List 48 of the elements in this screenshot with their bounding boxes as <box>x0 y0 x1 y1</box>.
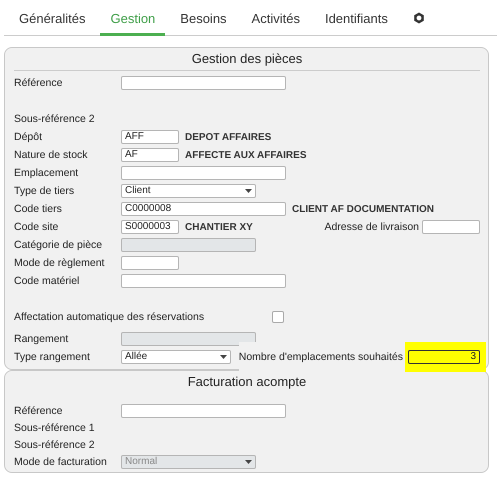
field-label: Sous-référence 2 <box>14 113 96 125</box>
input-field[interactable]: S0000003 <box>121 220 179 234</box>
field-label: Code matériel <box>14 275 80 287</box>
input-field[interactable]: AF <box>121 148 179 162</box>
section-title: Gestion des pièces <box>14 48 480 71</box>
tab[interactable]: Activités <box>242 0 310 36</box>
input-field[interactable]: AFF <box>121 130 179 144</box>
field-label: Code tiers <box>14 203 63 215</box>
field-label: Nature de stock <box>14 149 89 161</box>
field-label: Référence <box>14 404 64 416</box>
section-title: Facturation acompte <box>186 373 308 391</box>
field-label: Référence <box>14 77 64 89</box>
caret-icon <box>220 355 227 359</box>
dropdown[interactable]: Allée <box>121 350 231 364</box>
field-label: Mode de facturation <box>14 456 108 468</box>
tab[interactable]: Généralités <box>9 0 96 36</box>
input-field[interactable] <box>121 166 286 180</box>
field-label: Dépôt <box>14 131 44 143</box>
dropdown[interactable]: Client <box>121 184 256 198</box>
field-label: Sous-référence 1 <box>14 422 96 434</box>
field-label: Affectation automatique des réservations <box>14 311 206 323</box>
caret-icon <box>245 460 252 464</box>
input-field[interactable] <box>121 76 286 90</box>
field-description: DEPOT AFFAIRES <box>185 132 272 142</box>
field-label: Mode de règlement <box>14 257 106 269</box>
input-field[interactable] <box>121 256 179 270</box>
input-field[interactable] <box>121 274 286 288</box>
field-label: Rangement <box>14 333 70 345</box>
field-label: Sous-référence 2 <box>14 438 96 450</box>
field-label: Emplacement <box>14 167 80 179</box>
field-label: Nombre d'emplacements souhaités <box>238 342 405 372</box>
input-field[interactable] <box>422 220 480 234</box>
field-label: Catégorie de pièce <box>14 239 104 251</box>
caret-icon <box>245 189 252 193</box>
input-field[interactable]: C0000008 <box>121 202 286 216</box>
field-label: Adresse de livraison <box>324 221 419 233</box>
field-label: Code site <box>14 221 60 233</box>
field-label: Type de tiers <box>14 185 76 197</box>
field-description: AFFECTE AUX AFFAIRES <box>185 150 306 160</box>
input-field[interactable]: 3 <box>408 350 480 364</box>
input-field[interactable] <box>121 404 286 418</box>
settings-icon[interactable] <box>412 12 425 24</box>
field-description: CHANTIER XY <box>185 222 253 232</box>
tab[interactable]: Besoins <box>170 0 237 36</box>
field-description: CLIENT AF DOCUMENTATION <box>292 204 434 214</box>
checkbox[interactable] <box>272 311 284 323</box>
tab[interactable]: Identifiants <box>314 0 398 36</box>
field-label: Type rangement <box>14 351 91 363</box>
